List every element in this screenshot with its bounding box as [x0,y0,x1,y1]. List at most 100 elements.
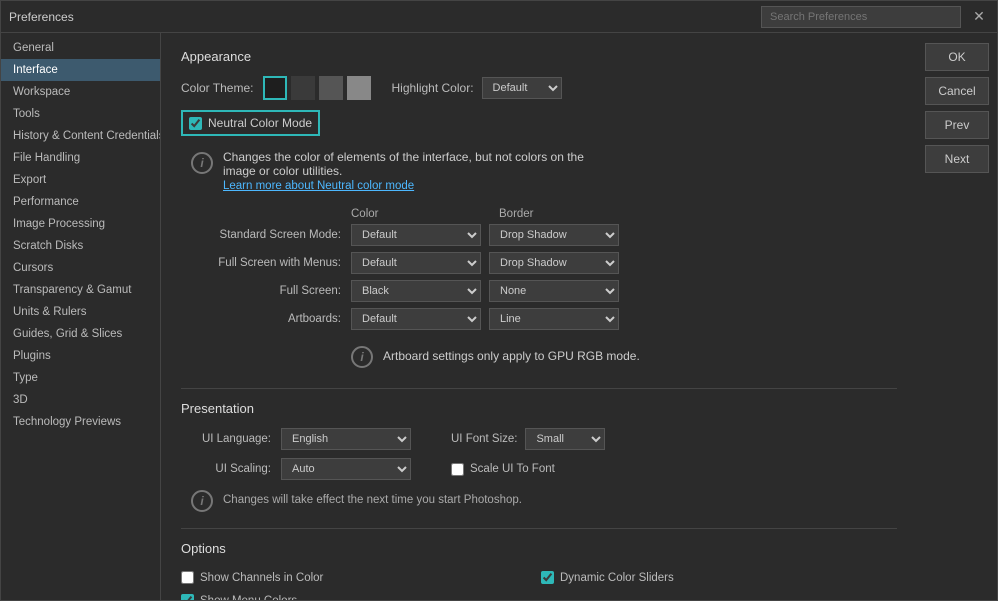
presentation-title: Presentation [181,401,897,416]
color-header: Color [351,208,491,220]
artboard-info-text: Artboard settings only apply to GPU RGB … [383,349,640,363]
next-button[interactable]: Next [925,145,989,173]
info-text-line2: image or color utilities. [223,164,584,178]
artboard-info-icon: i [351,346,373,368]
sidebar-item-image-processing[interactable]: Image Processing [1,213,160,235]
show-channels-checkbox[interactable] [181,571,194,584]
artboards-border-select[interactable]: LineNoneDrop Shadow [489,308,619,330]
title-bar: Preferences ✕ [1,1,997,33]
color-swatches [263,76,371,100]
sidebar-item-performance[interactable]: Performance [1,191,160,213]
full-screen-row: Full Screen: BlackDefaultWhite NoneDrop … [181,280,897,302]
artboard-info: i Artboard settings only apply to GPU RG… [351,344,897,368]
scale-ui-group: Scale UI To Font [451,463,555,476]
ui-scaling-select[interactable]: Auto100%125%150% [281,458,411,480]
full-screen-selects: BlackDefaultWhite NoneDrop ShadowLine [351,280,619,302]
sidebar-item-general[interactable]: General [1,37,160,59]
full-screen-label: Full Screen: [181,285,351,297]
language-row-right: EnglishFrenchGermanJapanese UI Font Size… [281,428,605,450]
ok-button[interactable]: OK [925,43,989,71]
table-headers: Color Border [181,208,897,220]
scale-ui-label[interactable]: Scale UI To Font [470,463,555,475]
sidebar-item-interface[interactable]: Interface [1,59,160,81]
sidebar-item-guides[interactable]: Guides, Grid & Slices [1,323,160,345]
search-input[interactable] [761,6,961,28]
artboards-label: Artboards: [181,313,351,325]
swatch-light[interactable] [347,76,371,100]
standard-screen-border-select[interactable]: Drop ShadowNoneLine [489,224,619,246]
sidebar: General Interface Workspace Tools Histor… [1,33,161,600]
sidebar-item-export[interactable]: Export [1,169,160,191]
dynamic-color-label[interactable]: Dynamic Color Sliders [560,572,674,584]
title-bar-right: ✕ [761,6,989,28]
swatch-medium[interactable] [319,76,343,100]
full-screen-border-select[interactable]: NoneDrop ShadowLine [489,280,619,302]
dynamic-color-option: Dynamic Color Sliders [541,568,897,587]
options-grid: Show Channels in Color Dynamic Color Sli… [181,568,897,600]
show-channels-option: Show Channels in Color [181,568,537,587]
sidebar-item-tech-previews[interactable]: Technology Previews [1,411,160,433]
full-screen-menus-border-select[interactable]: Drop ShadowNoneLine [489,252,619,274]
color-theme-row: Color Theme: Highlight Color: Default Bl… [181,76,897,100]
language-row: UI Language: EnglishFrenchGermanJapanese… [181,428,897,450]
sidebar-item-file-handling[interactable]: File Handling [1,147,160,169]
info-text-line1: Changes the color of elements of the int… [223,150,584,164]
sidebar-item-cursors[interactable]: Cursors [1,257,160,279]
show-menu-colors-label[interactable]: Show Menu Colors [200,595,297,601]
info-link[interactable]: Learn more about Neutral color mode [223,180,414,192]
sidebar-item-transparency[interactable]: Transparency & Gamut [1,279,160,301]
artboards-color-select[interactable]: DefaultBlackWhite [351,308,481,330]
sidebar-item-plugins[interactable]: Plugins [1,345,160,367]
changes-info-text: Changes will take effect the next time y… [223,494,522,506]
standard-screen-selects: DefaultBlackWhiteCustom Drop ShadowNoneL… [351,224,619,246]
options-section: Options Show Channels in Color Dynamic C… [181,541,897,600]
full-screen-menus-label: Full Screen with Menus: [181,257,351,269]
scaling-row-right: Auto100%125%150% Scale UI To Font [281,458,555,480]
swatch-medium-dark[interactable] [291,76,315,100]
main-content: General Interface Workspace Tools Histor… [1,33,997,600]
sidebar-item-type[interactable]: Type [1,367,160,389]
content-area: Appearance Color Theme: Highlight Color:… [161,33,917,600]
ui-language-label: UI Language: [181,433,281,445]
options-title: Options [181,541,897,556]
ui-language-select[interactable]: EnglishFrenchGermanJapanese [281,428,411,450]
cancel-button[interactable]: Cancel [925,77,989,105]
sidebar-item-tools[interactable]: Tools [1,103,160,125]
show-menu-colors-option: Show Menu Colors [181,591,537,600]
separator-1 [181,388,897,389]
sidebar-item-workspace[interactable]: Workspace [1,81,160,103]
highlight-color-select[interactable]: Default Blue Red Green [482,77,562,99]
screen-modes-table: Color Border Standard Screen Mode: Defau… [181,208,897,330]
dialog-title: Preferences [9,10,74,24]
full-screen-menus-color-select[interactable]: DefaultBlackWhite [351,252,481,274]
close-button[interactable]: ✕ [969,7,989,27]
show-menu-colors-checkbox[interactable] [181,594,194,600]
neutral-color-mode-checkbox[interactable] [189,117,202,130]
full-screen-color-select[interactable]: BlackDefaultWhite [351,280,481,302]
sidebar-item-scratch-disks[interactable]: Scratch Disks [1,235,160,257]
appearance-section: Appearance Color Theme: Highlight Color:… [181,49,897,368]
highlight-color-label: Highlight Color: [391,81,473,95]
prev-button[interactable]: Prev [925,111,989,139]
dynamic-color-checkbox[interactable] [541,571,554,584]
swatch-dark[interactable] [263,76,287,100]
color-theme-label: Color Theme: [181,81,253,95]
sidebar-item-history[interactable]: History & Content Credentials [1,125,160,147]
neutral-color-mode-label[interactable]: Neutral Color Mode [208,116,312,130]
full-screen-menus-row: Full Screen with Menus: DefaultBlackWhit… [181,252,897,274]
info-block: i Changes the color of elements of the i… [191,150,897,192]
font-size-group: UI Font Size: SmallMediumLarge [451,428,605,450]
standard-screen-color-select[interactable]: DefaultBlackWhiteCustom [351,224,481,246]
ui-font-size-label: UI Font Size: [451,433,517,445]
ui-scaling-label: UI Scaling: [181,463,281,475]
show-channels-label[interactable]: Show Channels in Color [200,572,323,584]
sidebar-item-3d[interactable]: 3D [1,389,160,411]
sidebar-item-units[interactable]: Units & Rulers [1,301,160,323]
scale-ui-checkbox[interactable] [451,463,464,476]
standard-screen-label: Standard Screen Mode: [181,229,351,241]
changes-info-icon: i [191,490,213,512]
standard-screen-row: Standard Screen Mode: DefaultBlackWhiteC… [181,224,897,246]
ui-font-size-select[interactable]: SmallMediumLarge [525,428,605,450]
neutral-color-mode-container: Neutral Color Mode [181,110,320,136]
action-buttons: OK Cancel Prev Next [917,33,997,600]
